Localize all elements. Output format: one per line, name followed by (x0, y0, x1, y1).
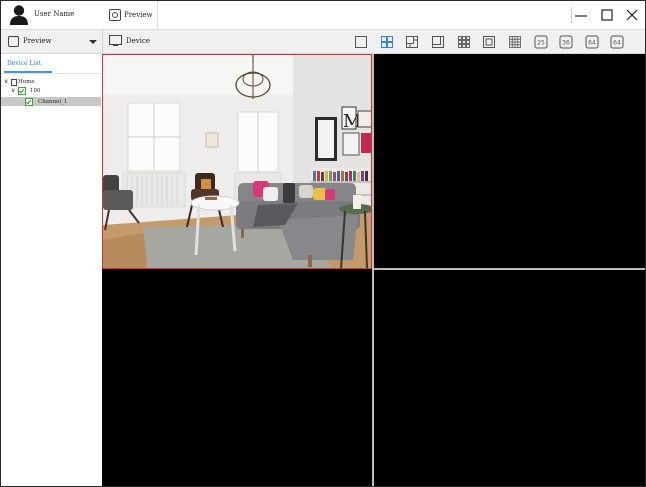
svg-text:25: 25 (537, 40, 545, 47)
preview-dropdown-label: Preview (23, 37, 52, 45)
video-grid: M (102, 54, 645, 486)
close-button[interactable] (621, 4, 643, 26)
layout-8-button[interactable] (431, 35, 445, 49)
tree-item-home[interactable]: ∨ Home (1, 78, 101, 87)
tree-item-100[interactable]: ∨ 100 (1, 87, 101, 96)
video-cell-2[interactable] (374, 54, 645, 268)
svg-text:64: 64 (588, 40, 596, 47)
layout-16-icon (509, 36, 521, 48)
chevron-down-icon (89, 40, 97, 44)
layout-25-button[interactable]: 25 (534, 35, 548, 49)
minimize-button[interactable] (570, 4, 592, 26)
tab-device-list[interactable]: Device List (7, 60, 41, 67)
layout-1-icon (355, 36, 367, 48)
layout-64b-button[interactable]: 64 (610, 35, 624, 49)
svg-text:64: 64 (613, 40, 621, 47)
device-list-panel: Device List ∨ Home ∨ 100 Channel_1 (1, 54, 103, 486)
layout-64a-button[interactable]: 64 (585, 35, 599, 49)
checkbox-checked[interactable] (18, 87, 26, 95)
layout-64a-icon: 64 (585, 35, 599, 49)
device-label: Device (126, 37, 151, 45)
monitor-icon (109, 35, 122, 46)
minimize-icon (575, 15, 587, 17)
layout-4-icon (381, 36, 393, 48)
user-icon (10, 5, 28, 25)
preview-mode-icon (8, 36, 19, 47)
layout-36-icon: 36 (559, 35, 573, 49)
video-cell-3[interactable] (102, 270, 372, 486)
preview-icon (109, 9, 121, 21)
layout-10-icon (483, 36, 495, 48)
tree-item-label: Home (18, 79, 35, 85)
layout-16-button[interactable] (508, 35, 522, 49)
tree-item-label: 100 (30, 88, 41, 94)
layout-36-button[interactable]: 36 (559, 35, 573, 49)
layout-10-button[interactable] (482, 35, 496, 49)
layout-6-button[interactable] (405, 35, 419, 49)
toolbar: Preview Device 25 36 64 64 (1, 30, 645, 54)
title-bar: User Name Preview (1, 1, 645, 30)
maximize-icon (601, 9, 613, 21)
layout-9-button[interactable] (457, 35, 471, 49)
layout-9-icon (458, 36, 470, 48)
layout-6-icon (406, 36, 418, 48)
layout-64b-icon: 64 (610, 35, 624, 49)
maximize-button[interactable] (596, 4, 618, 26)
svg-text:36: 36 (562, 40, 570, 47)
checkbox-checked[interactable] (25, 98, 33, 106)
grid-divider-horizontal (372, 268, 645, 270)
layout-4-button[interactable] (380, 35, 394, 49)
tree-item-label: Channel_1 (38, 99, 68, 105)
divider (1, 73, 101, 74)
camera-feed-image: M (103, 55, 371, 268)
checkbox[interactable] (11, 79, 17, 86)
video-cell-1[interactable]: M (102, 54, 372, 269)
tab-preview[interactable]: Preview (102, 1, 158, 29)
layout-8-icon (432, 36, 444, 48)
chevron-down-icon: ∨ (11, 87, 16, 94)
layout-1-button[interactable] (354, 35, 368, 49)
video-cell-4[interactable] (374, 270, 645, 486)
chevron-down-icon: ∨ (4, 78, 9, 85)
user-area[interactable]: User Name (1, 1, 103, 29)
tree-item-channel[interactable]: Channel_1 (1, 97, 101, 106)
preview-dropdown[interactable]: Preview (1, 30, 103, 53)
tab-preview-label: Preview (124, 11, 153, 19)
app-window: User Name Preview Preview Device 25 36 6… (0, 0, 646, 487)
user-name: User Name (34, 10, 75, 18)
grid-divider-vertical (372, 54, 374, 486)
layout-25-icon: 25 (534, 35, 548, 49)
close-icon (626, 9, 638, 21)
